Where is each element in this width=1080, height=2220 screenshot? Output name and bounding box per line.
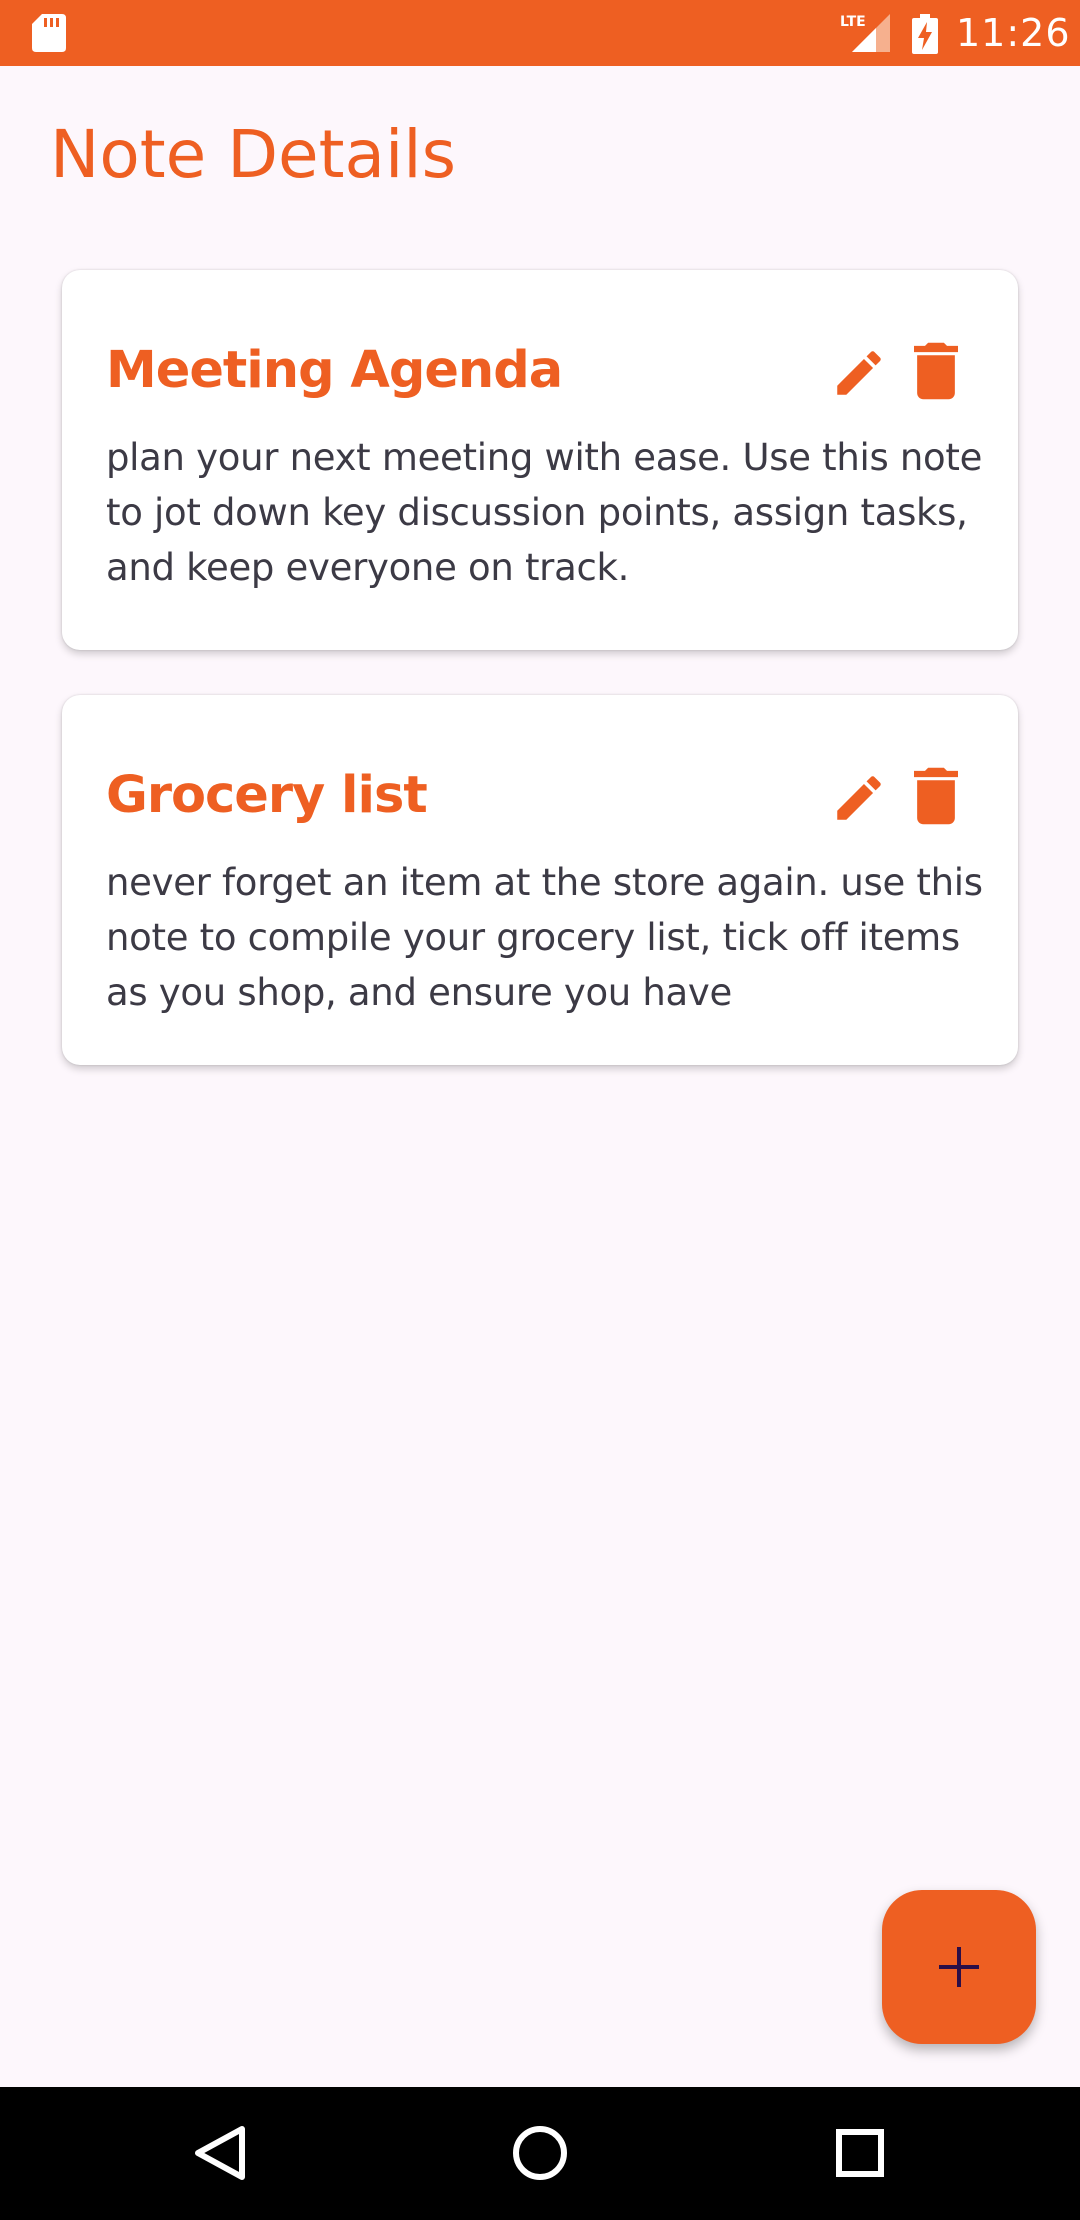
home-circle-icon: [513, 2126, 567, 2180]
nav-home-button[interactable]: [494, 2107, 586, 2199]
svg-text:LTE: LTE: [840, 14, 866, 30]
back-triangle-icon: [195, 2126, 245, 2180]
note-card[interactable]: Meeting Agenda plan your next meeting wi…: [62, 270, 1018, 650]
recents-square-icon: [836, 2129, 884, 2177]
status-bar: LTE 11:26: [0, 0, 1080, 66]
page-title: Note Details: [50, 116, 457, 193]
note-body: never forget an item at the store again.…: [106, 861, 983, 1014]
edit-note-button[interactable]: [830, 344, 888, 402]
trash-icon: [914, 767, 958, 825]
battery-charging-icon: [912, 14, 938, 58]
delete-note-button[interactable]: [914, 342, 958, 400]
edit-note-button[interactable]: [830, 769, 888, 827]
delete-note-button[interactable]: [914, 767, 958, 825]
navigation-bar: [0, 2087, 1080, 2220]
lte-signal-icon: LTE: [838, 12, 894, 58]
nav-back-button[interactable]: [176, 2107, 268, 2199]
note-title: Meeting Agenda: [106, 341, 563, 400]
sd-card-icon: [32, 14, 66, 56]
note-body: plan your next meeting with ease. Use th…: [106, 436, 983, 589]
plus-icon: [939, 1947, 979, 1987]
add-note-button[interactable]: [882, 1890, 1036, 2044]
pencil-icon: [837, 351, 881, 395]
status-clock: 11:26: [956, 11, 1071, 55]
nav-recents-button[interactable]: [814, 2107, 906, 2199]
note-title: Grocery list: [106, 766, 428, 825]
trash-icon: [914, 342, 958, 400]
pencil-icon: [837, 776, 881, 820]
note-card[interactable]: Grocery list never forget an item at the…: [62, 695, 1018, 1065]
